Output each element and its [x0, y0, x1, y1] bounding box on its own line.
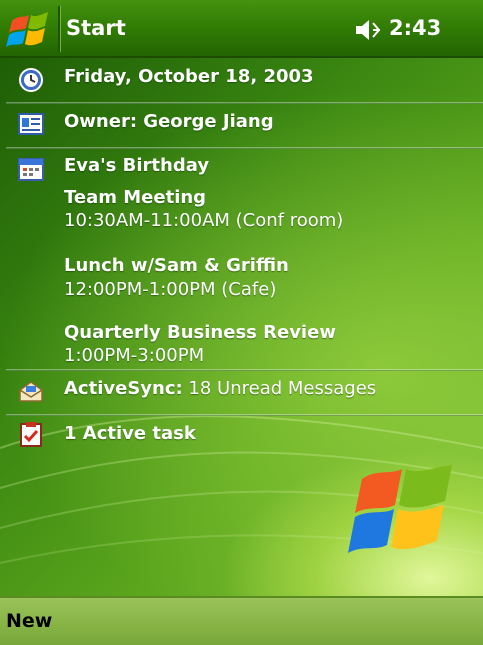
- clock[interactable]: 2:43: [389, 16, 441, 40]
- clock-icon: [19, 68, 43, 92]
- tasks-row[interactable]: 1 Active task: [0, 415, 483, 457]
- appointment-title: Team Meeting: [64, 187, 207, 208]
- speaker-icon[interactable]: [354, 18, 382, 42]
- window-title: Start: [66, 16, 126, 40]
- windows-flag-icon: [6, 12, 48, 47]
- task-clipboard-icon: [20, 422, 42, 447]
- activesync-text: ActiveSync: 18 Unread Messages: [64, 378, 376, 399]
- new-softkey[interactable]: New: [6, 610, 52, 632]
- title-separator: [58, 6, 60, 52]
- windows-logo-icon: [348, 465, 452, 553]
- date-row[interactable]: Friday, October 18, 2003: [0, 58, 483, 102]
- owner-card-icon: [18, 113, 44, 135]
- today-screen: Friday, October 18, 2003 Owner: George J…: [0, 58, 483, 596]
- inbox-envelope-icon: [19, 381, 43, 402]
- menu-bar: New: [0, 596, 483, 645]
- start-button[interactable]: [6, 9, 52, 49]
- date-text: Friday, October 18, 2003: [64, 66, 314, 87]
- calendar-icon: [18, 158, 44, 181]
- owner-row[interactable]: Owner: George Jiang: [0, 103, 483, 147]
- tasks-text: 1 Active task: [64, 423, 196, 444]
- appointment-time: 1:00PM-3:00PM: [64, 345, 205, 366]
- owner-text: Owner: George Jiang: [64, 111, 274, 132]
- calendar-section[interactable]: Eva's Birthday Team Meeting 10:30AM-11:0…: [0, 148, 483, 366]
- activesync-row[interactable]: ActiveSync: 18 Unread Messages: [0, 370, 483, 414]
- appointment-time: 10:30AM-11:00AM (Conf room): [64, 210, 344, 231]
- activesync-label: ActiveSync:: [64, 378, 183, 399]
- all-day-event: Eva's Birthday: [64, 155, 210, 176]
- title-bar: Start 2:43: [0, 0, 483, 58]
- pocket-pc-screen: Start 2:43 Friday, October 18, 2003 Owne…: [0, 0, 483, 645]
- appointment-title: Quarterly Business Review: [64, 322, 336, 343]
- appointment-title: Lunch w/Sam & Griffin: [64, 255, 289, 276]
- appointment-time: 12:00PM-1:00PM (Cafe): [64, 279, 277, 300]
- activesync-status: 18 Unread Messages: [182, 378, 377, 399]
